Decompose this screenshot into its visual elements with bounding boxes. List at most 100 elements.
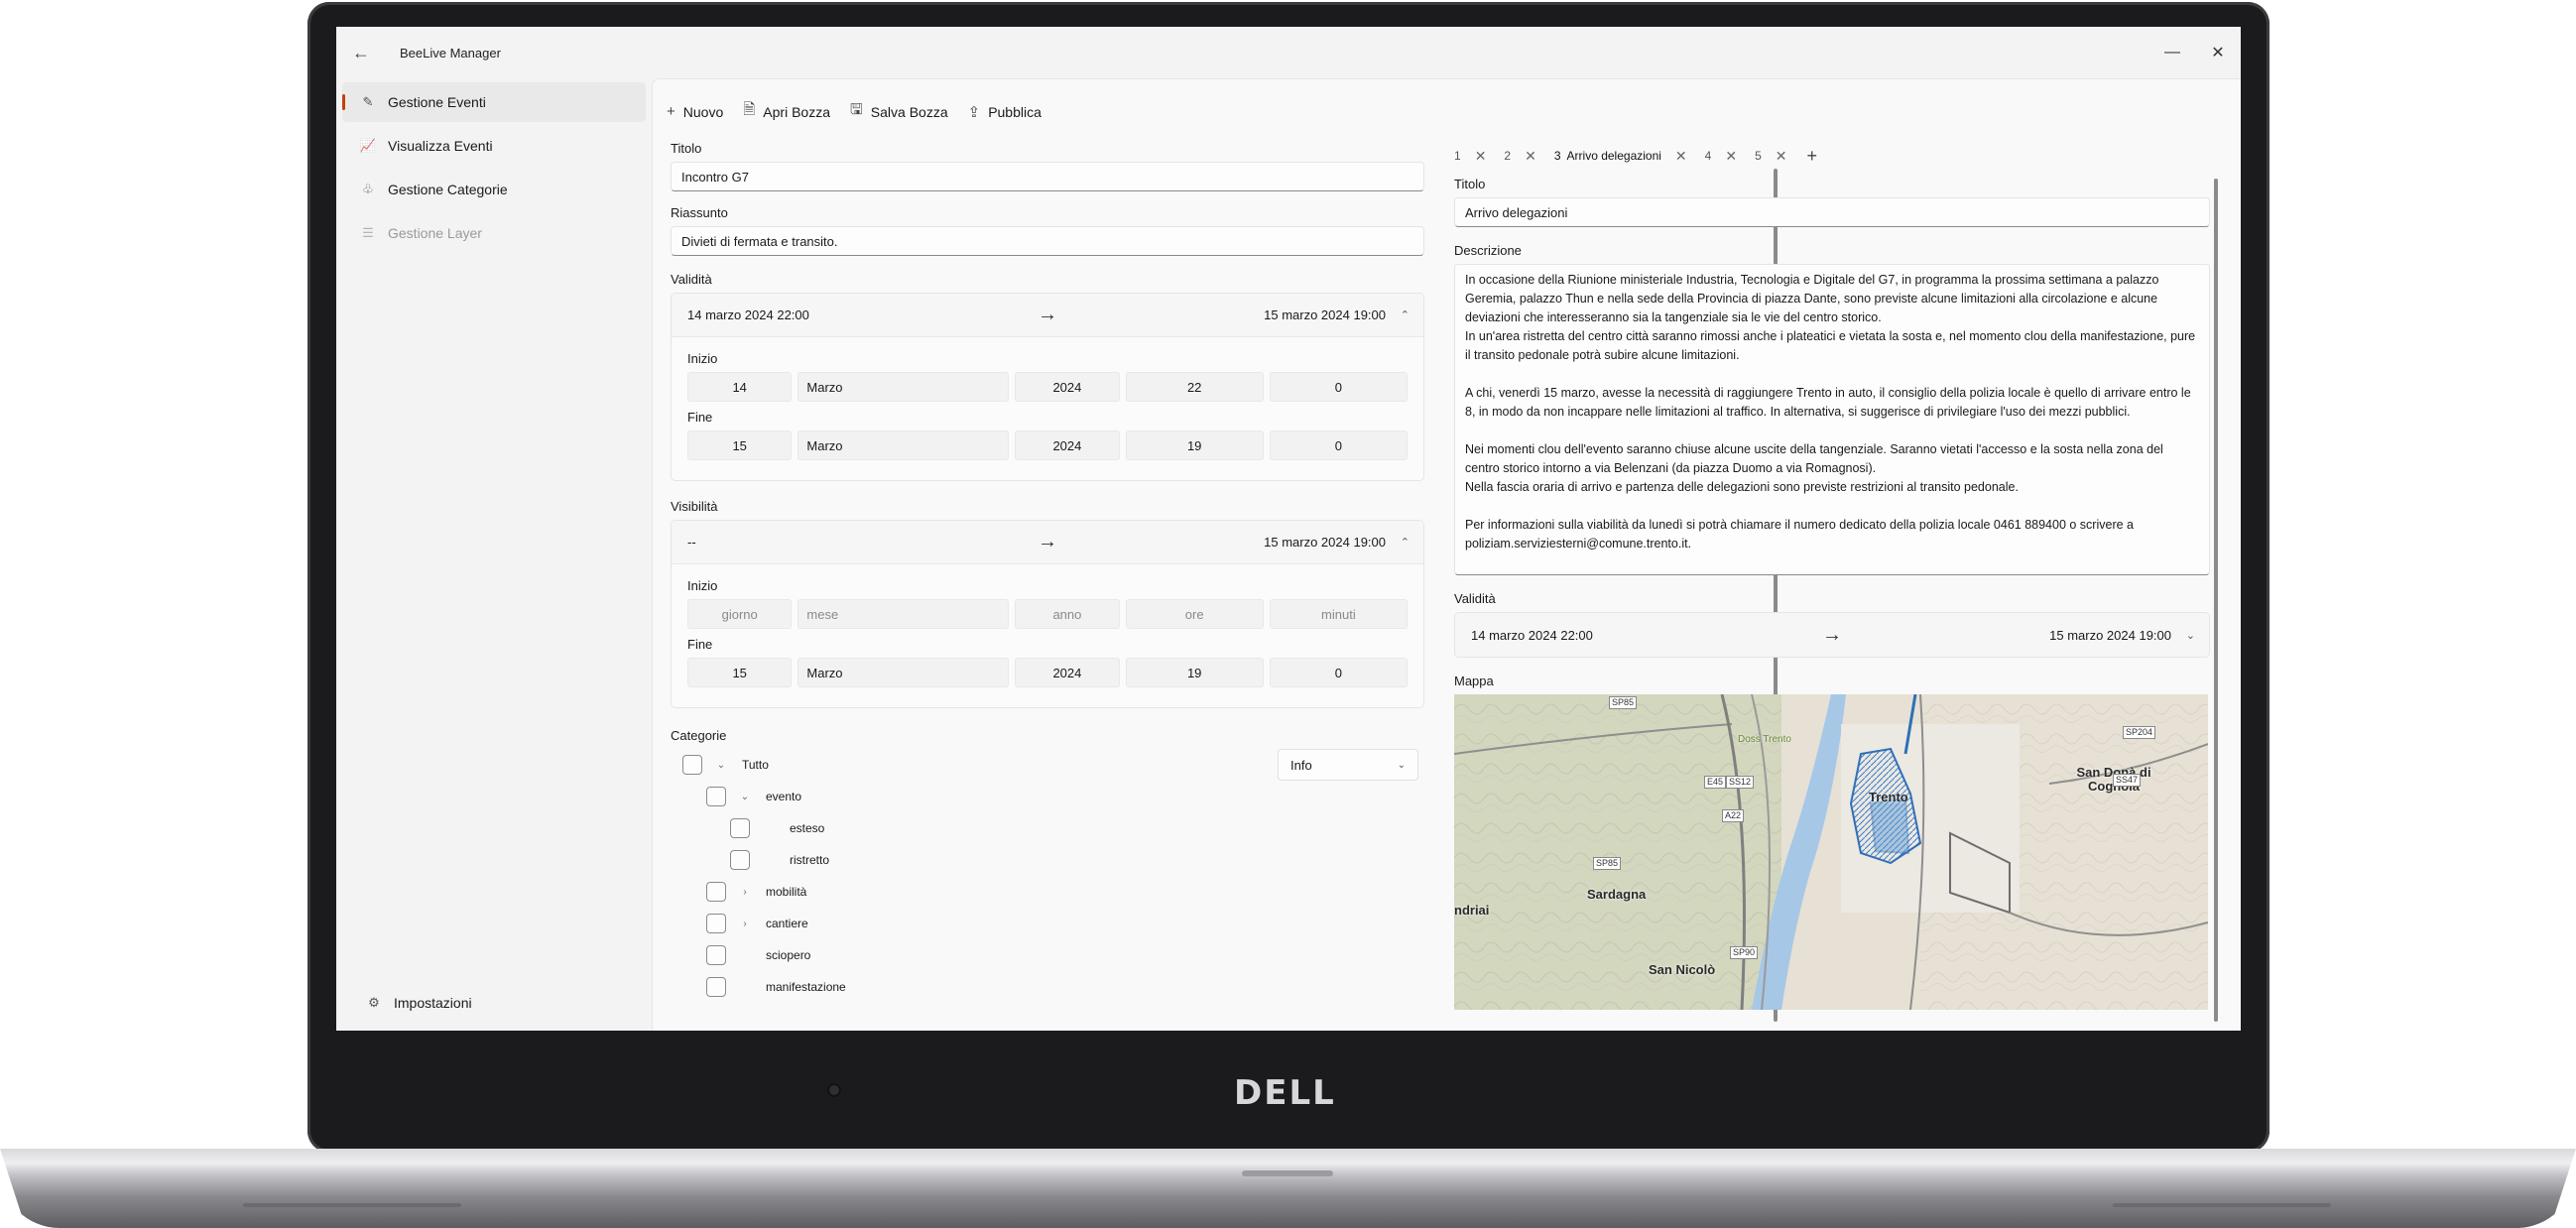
close-icon[interactable]: ✕ <box>1725 148 1737 165</box>
sidebar-item-label: Visualizza Eventi <box>388 138 493 154</box>
chevron-right-icon[interactable]: › <box>738 919 752 929</box>
validity-end-row: 15 Marzo 2024 19 0 <box>687 430 1408 460</box>
day-field[interactable]: 15 <box>687 658 793 687</box>
checkbox[interactable] <box>706 787 726 806</box>
chevron-up-icon[interactable]: ⌃ <box>1401 536 1410 549</box>
scrollbar[interactable] <box>2214 179 2218 1022</box>
map-view[interactable]: Trento San Donà di Cognola Sardagna San … <box>1454 694 2208 1010</box>
description-textarea[interactable]: In occasione della Riunione ministeriale… <box>1454 264 2210 575</box>
minute-field[interactable]: 0 <box>1269 658 1408 687</box>
year-field[interactable]: 2024 <box>1015 658 1120 687</box>
laptop-vent <box>2113 1203 2331 1207</box>
map-road-label: A22 <box>1722 809 1745 822</box>
new-button[interactable]: + Nuovo <box>667 103 723 120</box>
tab-5[interactable]: 5 ✕ <box>1755 148 1786 165</box>
back-arrow-icon[interactable]: ← <box>336 27 386 78</box>
minute-field[interactable]: minuti <box>1269 599 1408 629</box>
category-level-select[interactable]: Info ⌄ <box>1278 749 1418 781</box>
detail-title-input[interactable]: Arrivo delegazioni <box>1454 197 2210 227</box>
tab-3[interactable]: 3 Arrivo delegazioni ✕ <box>1554 148 1687 165</box>
validity-start-row: 14 Marzo 2024 22 0 <box>687 372 1408 402</box>
tree-item-label: mobilità <box>766 885 807 899</box>
tree-item-evento[interactable]: ⌄ evento <box>671 781 1424 812</box>
tree-item-esteso[interactable]: esteso <box>671 812 1424 844</box>
detail-validity-header[interactable]: 14 marzo 2024 22:00 → 15 marzo 2024 19:0… <box>1455 613 2209 657</box>
hour-field[interactable]: ore <box>1125 599 1264 629</box>
new-button-label: Nuovo <box>682 103 724 120</box>
year-field[interactable]: 2024 <box>1015 430 1120 460</box>
tree-item-ristretto[interactable]: ristretto <box>671 844 1424 876</box>
visibility-range-body: Inizio giorno mese anno ore minuti Fine … <box>672 564 1423 707</box>
checkbox[interactable] <box>706 914 726 933</box>
month-field[interactable]: Marzo <box>797 372 1010 402</box>
month-field[interactable]: Marzo <box>797 658 1010 687</box>
title-input[interactable]: Incontro G7 <box>671 162 1424 191</box>
checkbox[interactable] <box>682 755 702 775</box>
tab-2[interactable]: 2 ✕ <box>1504 148 1535 165</box>
tree-item-sciopero[interactable]: sciopero <box>671 939 1424 971</box>
month-field[interactable]: Marzo <box>797 430 1010 460</box>
chevron-right-icon[interactable]: › <box>738 887 752 898</box>
sidebar-item-gestione-categorie[interactable]: ♧ Gestione Categorie <box>342 170 646 209</box>
chevron-down-icon[interactable]: ⌄ <box>2186 629 2195 642</box>
tree-item-label: evento <box>766 790 802 803</box>
categories-tree: Info ⌄ ⌄ Tutto ⌄ evento esteso ristretto… <box>671 749 1424 1003</box>
tab-1[interactable]: 1 ✕ <box>1454 148 1486 165</box>
pencil-icon: ✎ <box>362 94 374 109</box>
minute-field[interactable]: 0 <box>1269 372 1408 402</box>
detail-validity-end: 15 marzo 2024 19:00 <box>2049 627 2171 643</box>
sidebar-item-impostazioni[interactable]: ⚙ Impostazioni <box>348 983 652 1023</box>
tab-number: 1 <box>1454 149 1461 163</box>
chevron-up-icon[interactable]: ⌃ <box>1401 308 1410 321</box>
open-draft-button[interactable]: 🗎 Apri Bozza <box>743 99 830 124</box>
month-field[interactable]: mese <box>797 599 1010 629</box>
tree-item-manifestazione[interactable]: manifestazione <box>671 971 1424 1003</box>
publish-button[interactable]: ⇪ Pubblica <box>968 103 1042 121</box>
day-field[interactable]: giorno <box>687 599 793 629</box>
year-field[interactable]: anno <box>1015 599 1120 629</box>
validity-range-header[interactable]: 14 marzo 2024 22:00 → 15 marzo 2024 19:0… <box>672 294 1423 337</box>
tab-4[interactable]: 4 ✕ <box>1705 148 1737 165</box>
laptop-base <box>0 1149 2576 1228</box>
visibility-range-header[interactable]: -- → 15 marzo 2024 19:00 ⌃ <box>672 521 1423 564</box>
close-icon[interactable]: ✕ <box>1776 148 1787 165</box>
map-road-label: SS12 <box>1726 776 1755 789</box>
checkbox[interactable] <box>730 850 750 870</box>
sidebar-item-label: Gestione Categorie <box>388 182 508 197</box>
add-tab-icon[interactable]: + <box>1807 146 1818 167</box>
close-icon[interactable]: ✕ <box>1525 148 1536 165</box>
chevron-down-icon[interactable]: ⌄ <box>714 760 728 771</box>
close-icon[interactable]: ✕ <box>2195 27 2241 78</box>
sidebar-item-visualizza-eventi[interactable]: 📈 Visualizza Eventi <box>342 126 646 166</box>
minimize-icon[interactable]: — <box>2149 27 2195 78</box>
day-field[interactable]: 15 <box>687 430 793 460</box>
detail-validity-start: 14 marzo 2024 22:00 <box>1471 627 1593 643</box>
tree-item-cantiere[interactable]: › cantiere <box>671 908 1424 939</box>
sidebar-item-gestione-eventi[interactable]: ✎ Gestione Eventi <box>342 82 646 122</box>
close-icon[interactable]: ✕ <box>1675 148 1687 165</box>
close-icon[interactable]: ✕ <box>1475 148 1487 165</box>
map-place-label: San Nicolò <box>1649 962 1716 977</box>
tab-number: 4 <box>1704 149 1712 163</box>
tree-item-mobilita[interactable]: › mobilità <box>671 876 1424 908</box>
save-icon: 🖫 <box>850 101 863 118</box>
year-field[interactable]: 2024 <box>1015 372 1120 402</box>
chevron-down-icon[interactable]: ⌄ <box>738 792 752 802</box>
save-draft-button[interactable]: 🖫 Salva Bozza <box>850 99 948 124</box>
summary-input[interactable]: Divieti di fermata e transito. <box>671 226 1424 256</box>
checkbox[interactable] <box>706 977 726 997</box>
checkbox[interactable] <box>706 882 726 902</box>
checkbox[interactable] <box>706 945 726 965</box>
checkbox[interactable] <box>730 818 750 838</box>
category-level-value: Info <box>1290 757 1312 773</box>
detail-tabs: 1 ✕ 2 ✕ 3 Arrivo delegazioni ✕ 4 ✕ 5 ✕ + <box>1454 141 2210 171</box>
minute-field[interactable]: 0 <box>1269 430 1408 460</box>
map-road-label: SP90 <box>1730 946 1759 959</box>
map-place-label: ndriai <box>1454 903 1490 918</box>
tree-item-label: Tutto <box>742 758 769 772</box>
hour-field[interactable]: 22 <box>1125 372 1264 402</box>
hour-field[interactable]: 19 <box>1125 658 1264 687</box>
day-field[interactable]: 14 <box>687 372 793 402</box>
validity-label: Validità <box>671 272 712 287</box>
hour-field[interactable]: 19 <box>1125 430 1264 460</box>
